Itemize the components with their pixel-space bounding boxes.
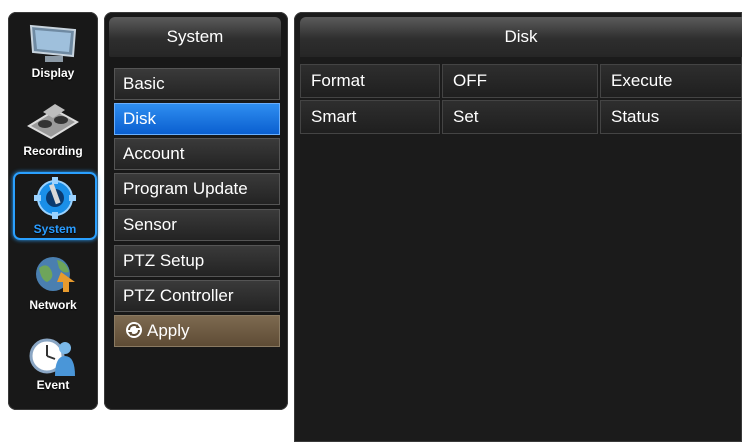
menu-item-ptz-setup[interactable]: PTZ Setup [114, 245, 280, 277]
format-label: Format [300, 64, 440, 98]
main-nav: Display Recording System Network Event [8, 12, 98, 410]
nav-display[interactable]: Display [8, 18, 98, 82]
menu-item-basic[interactable]: Basic [114, 68, 280, 100]
menu-item-sensor[interactable]: Sensor [114, 209, 280, 241]
menu-item-disk[interactable]: Disk [114, 103, 280, 135]
nav-network-label: Network [29, 298, 77, 312]
globe-icon [36, 257, 75, 292]
nav-system[interactable]: System [13, 172, 97, 240]
clock-person-icon [29, 338, 75, 376]
table-row: Smart Set Status [300, 100, 742, 134]
format-execute-button[interactable]: Execute [600, 64, 742, 98]
menu-item-account[interactable]: Account [114, 138, 280, 170]
apply-label: Apply [147, 321, 190, 340]
system-menu-panel: System Basic Disk Account Program Update… [104, 12, 288, 410]
nav-display-label: Display [31, 66, 75, 80]
smart-label: Smart [300, 100, 440, 134]
disk-settings-panel: Disk Format OFF Execute Smart Set Status [294, 12, 742, 442]
apply-button[interactable]: Apply [114, 315, 280, 347]
table-row: Format OFF Execute [300, 64, 742, 98]
smart-status-button[interactable]: Status [600, 100, 742, 134]
nav-event[interactable]: Event [8, 330, 98, 394]
menu-title: System [109, 17, 281, 57]
menu-item-ptz-controller[interactable]: PTZ Controller [114, 280, 280, 312]
nav-system-label: System [33, 222, 77, 236]
recording-icon [27, 104, 79, 140]
format-value-select[interactable]: OFF [442, 64, 598, 98]
nav-recording-label: Recording [23, 144, 83, 158]
content-title: Disk [300, 17, 742, 57]
nav-network[interactable]: Network [8, 250, 98, 314]
nav-recording[interactable]: Recording [8, 96, 98, 160]
apply-icon [126, 322, 142, 338]
menu-item-program-update[interactable]: Program Update [114, 173, 280, 205]
gear-icon [34, 177, 76, 219]
monitor-icon [29, 24, 77, 62]
nav-event-label: Event [36, 378, 70, 392]
smart-set-button[interactable]: Set [442, 100, 598, 134]
